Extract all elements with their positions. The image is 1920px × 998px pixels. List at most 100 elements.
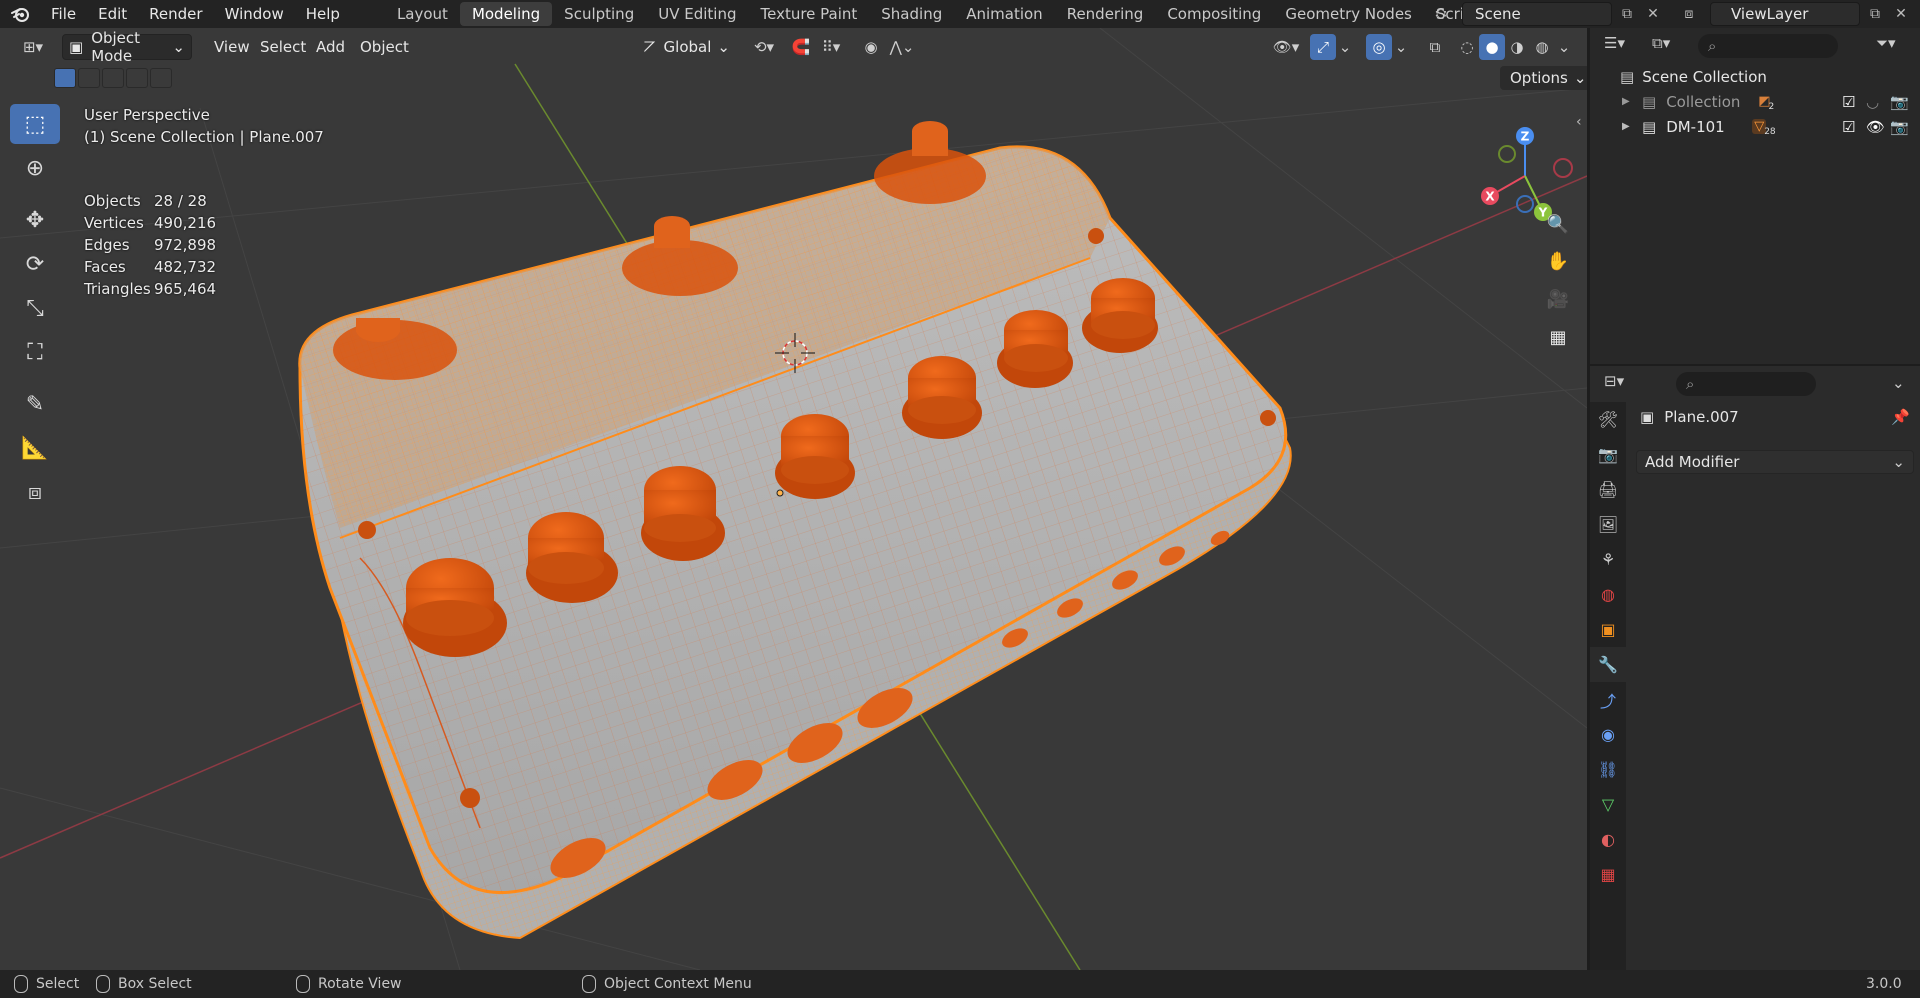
select-intersect-icon[interactable] bbox=[150, 68, 172, 88]
pin-icon[interactable]: 📌 bbox=[1891, 408, 1910, 426]
outliner-search-input[interactable]: ⌕ bbox=[1698, 34, 1838, 58]
chevron-down-icon[interactable]: ⌄ bbox=[1554, 34, 1574, 60]
display-mode-icon[interactable]: ⧉▾ bbox=[1652, 34, 1688, 58]
outliner-root-row[interactable]: ▤ Scene Collection bbox=[1590, 64, 1920, 89]
physics-icon[interactable]: ◉ bbox=[1590, 717, 1626, 752]
camera-view-icon[interactable]: 🎥 bbox=[1542, 283, 1574, 315]
tab-animation[interactable]: Animation bbox=[954, 2, 1054, 26]
menu-add[interactable]: Add bbox=[310, 34, 351, 60]
editor-type-icon[interactable]: ⊟▾ bbox=[1604, 372, 1642, 396]
menu-object[interactable]: Object bbox=[354, 34, 415, 60]
scene-selector[interactable]: Scene bbox=[1462, 2, 1612, 26]
hide-eye-icon[interactable]: ◡ bbox=[1866, 93, 1879, 111]
menu-help[interactable]: Help bbox=[295, 0, 351, 28]
view-layer-icon[interactable]: 🖼 bbox=[1590, 507, 1626, 542]
menu-window[interactable]: Window bbox=[214, 0, 295, 28]
proportional-edit-icon[interactable]: ◉ bbox=[858, 34, 884, 60]
tab-compositing[interactable]: Compositing bbox=[1155, 2, 1273, 26]
new-scene-icon[interactable]: ⧉ bbox=[1614, 2, 1640, 26]
material-shading-icon[interactable]: ◑ bbox=[1504, 34, 1530, 60]
tab-geometry-nodes[interactable]: Geometry Nodes bbox=[1273, 2, 1424, 26]
cursor-tool-icon[interactable]: ⊕ bbox=[10, 148, 60, 188]
world-properties-icon[interactable]: ◍ bbox=[1590, 577, 1626, 612]
select-subtract-icon[interactable] bbox=[102, 68, 124, 88]
snap-target-icon[interactable]: ⠿▾ bbox=[814, 34, 848, 60]
snap-toggle-icon[interactable]: 🧲 bbox=[788, 34, 814, 60]
filter-icon[interactable]: ⏷▾ bbox=[1876, 34, 1912, 58]
tab-shading[interactable]: Shading bbox=[869, 2, 954, 26]
delete-scene-icon[interactable]: ✕ bbox=[1640, 2, 1666, 26]
select-difference-icon[interactable] bbox=[126, 68, 148, 88]
add-cube-tool-icon[interactable]: ⧈ bbox=[10, 472, 60, 512]
3d-viewport[interactable]: ⊞▾ ▣ Object Mode ⌄ View Select Add Object … bbox=[0, 28, 1587, 970]
xray-toggle-icon[interactable]: ⧉ bbox=[1422, 34, 1448, 60]
new-viewlayer-icon[interactable]: ⧉ bbox=[1862, 2, 1888, 26]
tab-texture-paint[interactable]: Texture Paint bbox=[748, 2, 869, 26]
exclude-checkbox-icon[interactable]: ☑ bbox=[1842, 118, 1855, 136]
rendered-shading-icon[interactable]: ◍ bbox=[1529, 34, 1555, 60]
solid-shading-icon[interactable]: ● bbox=[1479, 34, 1505, 60]
add-modifier-dropdown[interactable]: Add Modifier ⌄ bbox=[1636, 450, 1914, 474]
tab-rendering[interactable]: Rendering bbox=[1055, 2, 1156, 26]
editor-type-icon[interactable]: ⊞▾ bbox=[14, 34, 52, 60]
chevron-down-icon[interactable]: ⌄ bbox=[1336, 34, 1354, 60]
chevron-down-icon[interactable]: ⌄ bbox=[1892, 374, 1905, 392]
editor-type-icon[interactable]: ☰▾ bbox=[1604, 34, 1642, 58]
pan-hand-icon[interactable]: ✋ bbox=[1542, 245, 1574, 277]
move-tool-icon[interactable]: ✥ bbox=[10, 200, 60, 240]
tab-uv-editing[interactable]: UV Editing bbox=[646, 2, 748, 26]
outliner-row-collection[interactable]: ▶ ▤ Collection ◩ 2 ☑ ◡ 📷 bbox=[1590, 89, 1920, 114]
outliner-row-dm101[interactable]: ▶ ▤ DM-101 ▽ 28 ☑ 👁 📷 bbox=[1590, 114, 1920, 139]
ortho-grid-icon[interactable]: ▦ bbox=[1542, 321, 1574, 353]
render-camera-icon[interactable]: 📷 bbox=[1890, 93, 1909, 111]
expand-arrow-icon[interactable]: ▶ bbox=[1622, 96, 1642, 107]
visibility-icon[interactable]: 👁▾ bbox=[1266, 34, 1306, 60]
viewport-scene[interactable] bbox=[0, 28, 1587, 970]
texture-icon[interactable]: ▦ bbox=[1590, 857, 1626, 892]
object-data-icon[interactable]: ▽ bbox=[1590, 787, 1626, 822]
scene-browse-icon[interactable]: ⛭ bbox=[1428, 2, 1454, 26]
material-icon[interactable]: ◐ bbox=[1590, 822, 1626, 857]
falloff-icon[interactable]: ⋀⌄ bbox=[884, 34, 920, 60]
overlays-toggle-icon[interactable]: ◎ bbox=[1366, 34, 1392, 60]
select-box-tool-icon[interactable]: ⬚ bbox=[10, 104, 60, 144]
tool-settings-icon[interactable]: 🛠 bbox=[1590, 402, 1626, 437]
constraints-icon[interactable]: ⛓ bbox=[1590, 752, 1626, 787]
properties-search-input[interactable]: ⌕ bbox=[1676, 372, 1816, 396]
render-properties-icon[interactable]: 📷 bbox=[1590, 437, 1626, 472]
menu-view[interactable]: View bbox=[208, 34, 256, 60]
mode-selector[interactable]: ▣ Object Mode ⌄ bbox=[62, 29, 192, 65]
output-properties-icon[interactable]: 🖨 bbox=[1590, 472, 1626, 507]
gizmo-toggle-icon[interactable]: ⤢ bbox=[1310, 34, 1336, 60]
render-camera-icon[interactable]: 📷 bbox=[1890, 118, 1909, 136]
blender-logo-icon[interactable] bbox=[0, 0, 40, 28]
menu-render[interactable]: Render bbox=[138, 0, 213, 28]
tab-layout[interactable]: Layout bbox=[385, 2, 460, 26]
object-properties-icon[interactable]: ▣ bbox=[1590, 612, 1626, 647]
delete-viewlayer-icon[interactable]: ✕ bbox=[1888, 2, 1914, 26]
options-dropdown[interactable]: Options ⌄ bbox=[1500, 66, 1587, 90]
pivot-point-icon[interactable]: ⟲▾ bbox=[744, 34, 784, 60]
exclude-checkbox-icon[interactable]: ☑ bbox=[1842, 93, 1855, 111]
collapse-arrow-icon[interactable]: ‹ bbox=[1576, 114, 1582, 130]
rotate-tool-icon[interactable]: ⟳ bbox=[10, 244, 60, 284]
wireframe-shading-icon[interactable]: ◌ bbox=[1454, 34, 1480, 60]
zoom-icon[interactable]: 🔍 bbox=[1542, 208, 1574, 240]
tab-modeling[interactable]: Modeling bbox=[459, 2, 553, 26]
tab-sculpting[interactable]: Sculpting bbox=[552, 2, 646, 26]
transform-tool-icon[interactable]: ⛶ bbox=[10, 332, 60, 372]
viewlayer-selector[interactable]: ViewLayer bbox=[1710, 2, 1860, 26]
expand-arrow-icon[interactable]: ▶ bbox=[1622, 121, 1642, 132]
menu-file[interactable]: File bbox=[40, 0, 87, 28]
measure-tool-icon[interactable]: 📐 bbox=[10, 428, 60, 468]
annotate-tool-icon[interactable]: ✎ bbox=[10, 384, 60, 424]
select-new-icon[interactable] bbox=[54, 68, 76, 88]
scene-properties-icon[interactable]: ⚘ bbox=[1590, 542, 1626, 577]
hide-eye-icon[interactable]: 👁 bbox=[1866, 118, 1885, 136]
modifier-properties-icon[interactable]: 🔧 bbox=[1590, 647, 1626, 682]
particles-icon[interactable]: ⤴ bbox=[1590, 682, 1626, 717]
viewlayer-browse-icon[interactable]: ⧈ bbox=[1676, 2, 1702, 26]
menu-select[interactable]: Select bbox=[254, 34, 312, 60]
select-extend-icon[interactable] bbox=[78, 68, 100, 88]
menu-edit[interactable]: Edit bbox=[87, 0, 138, 28]
